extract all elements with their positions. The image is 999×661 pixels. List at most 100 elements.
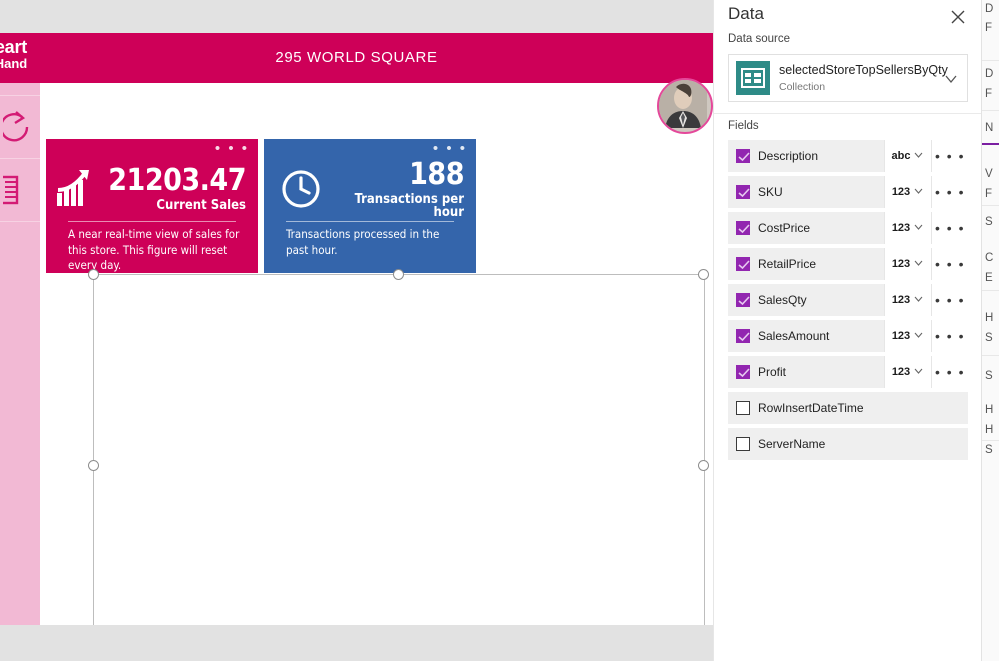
properties-separator — [982, 205, 999, 206]
property-row-label: F — [985, 22, 993, 34]
property-row-label: H — [985, 404, 994, 416]
field-row[interactable]: ServerName — [728, 428, 968, 460]
field-more-button[interactable]: • • • — [931, 356, 968, 388]
field-checkbox[interactable] — [728, 176, 758, 208]
data-source-selector[interactable]: selectedStoreTopSellersByQty Collection — [728, 54, 968, 102]
selected-gallery-control[interactable]: ‹ › — [93, 274, 705, 625]
app-canvas[interactable]: 295 WORLD SQUARE eart Hand • • • — [0, 33, 713, 625]
field-name: Profit — [758, 365, 787, 379]
clock-icon — [264, 168, 338, 210]
resize-handle-top-right[interactable] — [698, 269, 709, 280]
field-checkbox[interactable] — [728, 284, 758, 316]
field-row[interactable]: RetailPrice 123 • • • — [728, 248, 968, 280]
field-checkbox[interactable] — [728, 140, 758, 172]
field-more-button[interactable]: • • • — [931, 248, 968, 280]
field-type-dropdown[interactable]: 123 — [884, 248, 931, 280]
app-logo-line1: eart — [0, 37, 28, 57]
kpi-card-label: Current Sales — [156, 198, 246, 213]
property-row-label: E — [985, 272, 993, 284]
field-checkbox[interactable] — [728, 392, 758, 424]
panel-divider — [714, 113, 982, 114]
nav-item-refresh[interactable] — [0, 96, 40, 159]
properties-separator — [982, 60, 999, 61]
kpi-card-values: 21203.47 Current Sales — [108, 166, 258, 213]
field-name: RetailPrice — [758, 257, 817, 271]
field-more-button[interactable]: • • • — [931, 284, 968, 316]
app-header-title: 295 WORLD SQUARE — [275, 49, 438, 66]
field-type-label: 123 — [891, 258, 911, 270]
field-row[interactable]: Description abc • • • — [728, 140, 968, 172]
field-name: SalesQty — [758, 293, 807, 307]
refresh-icon — [3, 110, 37, 144]
property-row-label: D — [985, 68, 994, 80]
field-type-dropdown[interactable]: 123 — [884, 356, 931, 388]
field-row[interactable]: SKU 123 • • • — [728, 176, 968, 208]
chevron-down-icon[interactable] — [943, 71, 959, 92]
field-type-dropdown[interactable]: 123 — [884, 212, 931, 244]
app-left-nav — [0, 33, 40, 625]
field-type-dropdown[interactable]: 123 — [884, 320, 931, 352]
fields-list: Description abc • • • SKU 123 • • • CostPrice 1… — [728, 140, 968, 464]
resize-handle-middle-left[interactable] — [88, 460, 99, 471]
field-checkbox[interactable] — [728, 428, 758, 460]
field-type-dropdown[interactable]: abc — [884, 140, 931, 172]
resize-handle-top-center[interactable] — [393, 269, 404, 280]
checkbox-checked-icon — [736, 257, 750, 271]
properties-separator — [982, 355, 999, 356]
field-more-button[interactable]: • • • — [931, 212, 968, 244]
kpi-card-description: Transactions processed in the past hour. — [286, 227, 440, 257]
properties-separator — [982, 110, 999, 111]
field-row[interactable]: SalesQty 123 • • • — [728, 284, 968, 316]
checkbox-unchecked-icon — [736, 437, 750, 451]
nav-item-list[interactable] — [0, 159, 40, 222]
kpi-card-transactions-per-hour[interactable]: • • • 188 Transactions per hour Transact… — [264, 139, 476, 273]
field-checkbox[interactable] — [728, 212, 758, 244]
avatar-photo — [659, 80, 707, 128]
kpi-card-current-sales[interactable]: • • • 21203.47 Current Sales A near real… — [46, 139, 258, 273]
field-checkbox[interactable] — [728, 248, 758, 280]
avatar[interactable] — [657, 78, 713, 134]
field-more-button[interactable]: • • • — [931, 140, 968, 172]
field-name: ServerName — [758, 437, 826, 451]
checkbox-checked-icon — [736, 149, 750, 163]
property-row-label: F — [985, 88, 993, 100]
chevron-down-icon — [913, 327, 924, 345]
kpi-card-menu-icon[interactable]: • • • — [215, 141, 249, 156]
field-more-button[interactable]: • • • — [931, 176, 968, 208]
checkbox-checked-icon — [736, 221, 750, 235]
field-checkbox[interactable] — [728, 356, 758, 388]
list-icon — [3, 173, 37, 207]
fields-label: Fields — [728, 120, 759, 132]
field-row[interactable]: RowInsertDateTime — [728, 392, 968, 424]
field-name: RowInsertDateTime — [758, 401, 864, 415]
kpi-card-divider — [286, 221, 454, 222]
field-checkbox[interactable] — [728, 320, 758, 352]
checkbox-checked-icon — [736, 185, 750, 199]
field-more-button[interactable]: • • • — [931, 320, 968, 352]
property-row-label: S — [985, 332, 993, 344]
field-name: Description — [758, 149, 819, 163]
chevron-down-icon — [913, 255, 924, 273]
kpi-card-label: Transactions per hour — [354, 191, 464, 220]
field-type-label: abc — [891, 150, 911, 162]
properties-panel-sliver[interactable]: DFDFNVFSCEHSSHHS — [981, 0, 999, 661]
kpi-card-menu-icon[interactable]: • • • — [433, 141, 467, 156]
resize-handle-middle-right[interactable] — [698, 460, 709, 471]
property-row-label: H — [985, 312, 994, 324]
field-name: SKU — [758, 185, 783, 199]
close-icon[interactable] — [947, 6, 969, 28]
field-row[interactable]: Profit 123 • • • — [728, 356, 968, 388]
resize-handle-top-left[interactable] — [88, 269, 99, 280]
property-row-label: N — [985, 122, 994, 134]
field-row[interactable]: SalesAmount 123 • • • — [728, 320, 968, 352]
collection-table-icon — [736, 61, 770, 95]
data-panel: Data Data source selectedStoreTopSellers… — [713, 0, 982, 661]
field-type-label: 123 — [891, 186, 911, 198]
property-row-label: C — [985, 252, 994, 264]
field-type-dropdown[interactable]: 123 — [884, 176, 931, 208]
kpi-card-divider — [68, 221, 236, 222]
field-type-dropdown[interactable]: 123 — [884, 284, 931, 316]
field-row[interactable]: CostPrice 123 • • • — [728, 212, 968, 244]
chevron-down-icon — [913, 183, 924, 201]
kpi-card-description: A near real-time view of sales for this … — [68, 227, 240, 273]
